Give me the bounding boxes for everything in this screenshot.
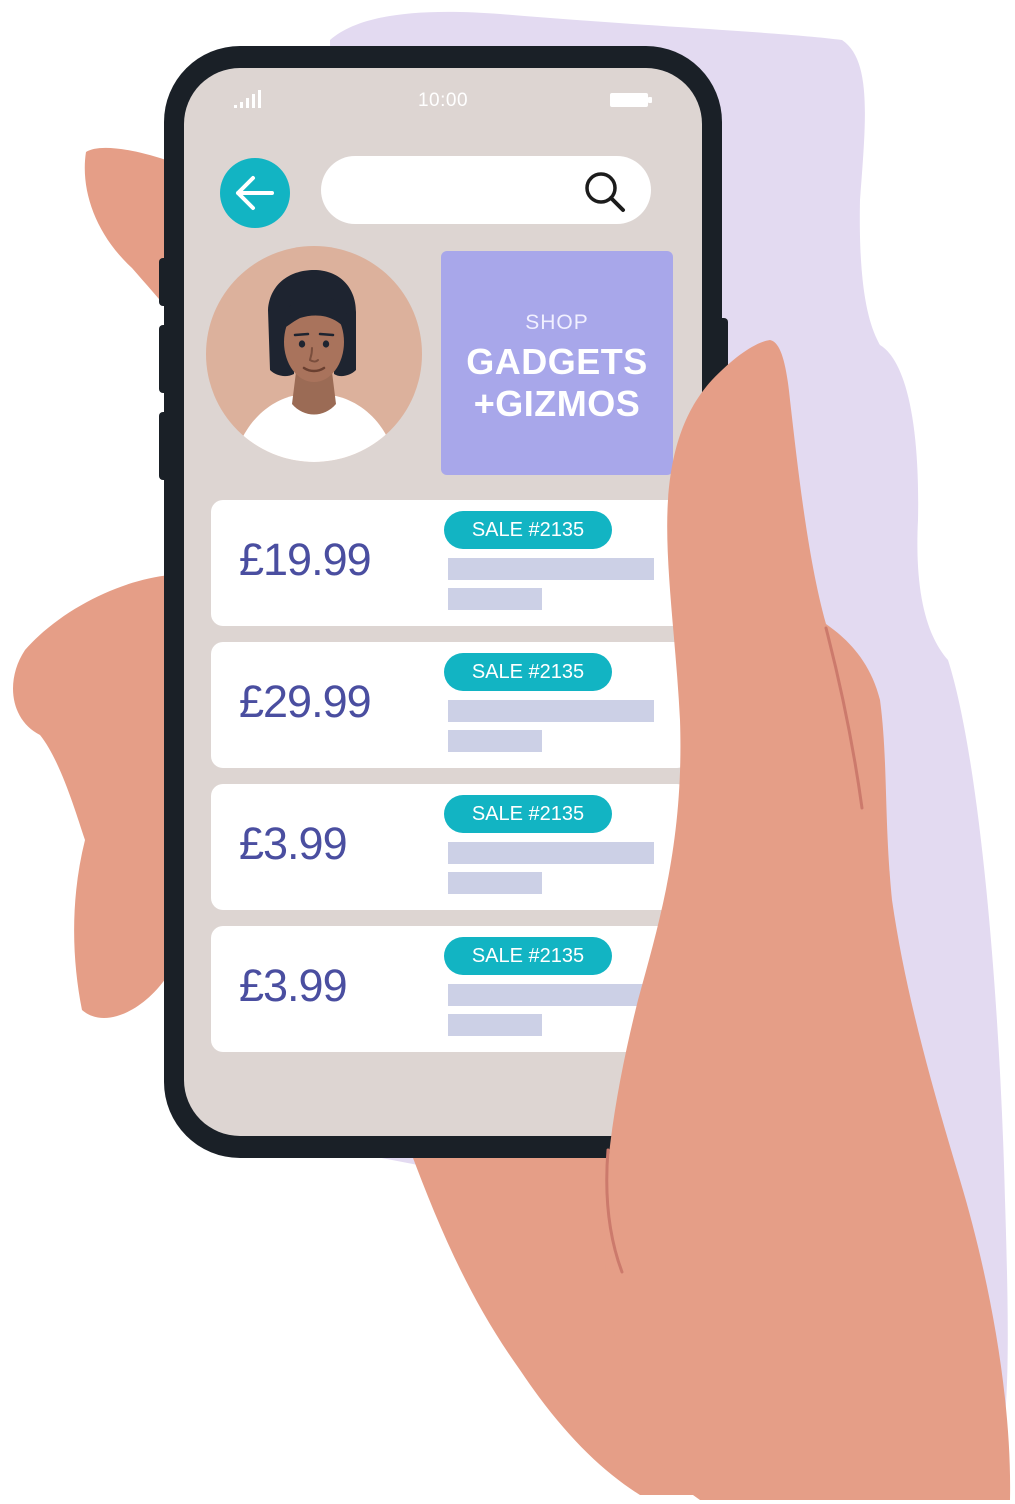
hand-front-shape [604, 340, 1011, 1500]
hand-front-illustration [604, 340, 1011, 1500]
